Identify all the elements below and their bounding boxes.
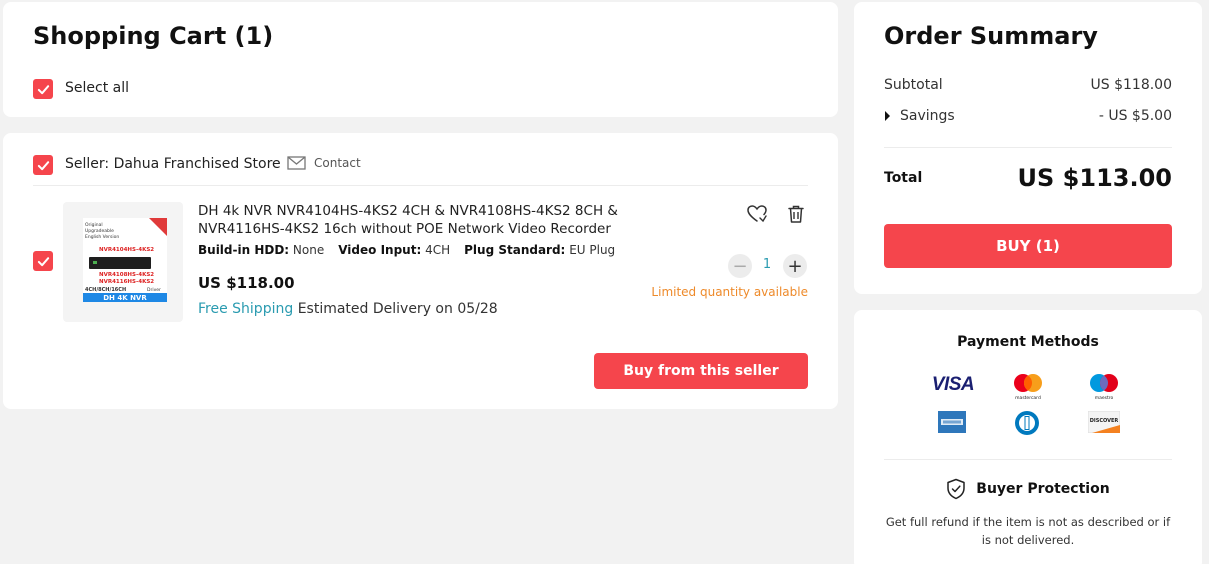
order-summary-card: Order Summary Subtotal US $118.00 Saving… xyxy=(854,2,1202,294)
page-title: Shopping Cart (1) xyxy=(33,22,274,50)
savings-row[interactable]: Savings - US $5.00 xyxy=(884,108,1172,124)
quantity-value[interactable]: 1 xyxy=(758,257,776,272)
payment-methods-title: Payment Methods xyxy=(957,334,1099,350)
quantity-decrease-button[interactable]: − xyxy=(728,254,752,278)
thumb-model1: NVR4104HS-4KS2 xyxy=(99,247,154,253)
svg-text:DISCOVER: DISCOVER xyxy=(1090,418,1119,424)
summary-title: Order Summary xyxy=(884,22,1098,50)
subtotal-row: Subtotal US $118.00 xyxy=(884,77,1172,93)
visa-icon: VISA xyxy=(931,374,975,395)
buyer-protection-text: Get full refund if the item is not as de… xyxy=(885,515,1171,547)
product-specs: Build-in HDD: None Video Input: 4CH Plug… xyxy=(198,243,615,257)
svg-text:maestro: maestro xyxy=(1095,395,1114,401)
product-image: Original Upgradeable English Version NVR… xyxy=(83,218,167,302)
thumb-model2: NVR4108HS-4KS2 xyxy=(99,272,154,278)
thumb-channels: 4CH/8CH/16CH xyxy=(85,287,126,293)
svg-text:mastercard: mastercard xyxy=(1015,395,1041,401)
spec-plug: Plug Standard: EU Plug xyxy=(464,243,616,257)
buy-button[interactable]: BUY (1) xyxy=(884,224,1172,268)
contact-seller-link[interactable]: Contact xyxy=(287,156,361,170)
select-all-label[interactable]: Select all xyxy=(65,80,129,96)
thumb-banner: DH 4K NVR xyxy=(103,294,147,302)
product-title[interactable]: DH 4k NVR NVR4104HS-4KS2 4CH & NVR4108HS… xyxy=(198,202,618,238)
thumb-model3: NVR4116HS-4KS2 xyxy=(99,279,154,285)
subtotal-value: US $118.00 xyxy=(1090,77,1172,93)
shipping-info: Free Shipping Estimated Delivery on 05/2… xyxy=(198,301,498,317)
savings-label: Savings xyxy=(900,108,955,124)
spec-hdd: Build-in HDD: None xyxy=(198,243,325,257)
free-shipping-label: Free Shipping xyxy=(198,301,294,317)
seller-group-card: Seller: Dahua Franchised Store Contact O… xyxy=(3,133,838,409)
buyer-protection-title: Buyer Protection xyxy=(976,481,1110,497)
limited-quantity-note: Limited quantity available xyxy=(651,285,808,299)
savings-value: - US $5.00 xyxy=(1098,108,1172,124)
divider xyxy=(884,147,1172,148)
checkmark-icon xyxy=(37,256,49,266)
envelope-icon xyxy=(287,156,306,170)
product-thumbnail[interactable]: Original Upgradeable English Version NVR… xyxy=(63,202,183,322)
thumb-tag2: Upgradeable xyxy=(85,228,114,234)
spec-video-input: Video Input: 4CH xyxy=(338,243,451,257)
discover-icon: DISCOVER xyxy=(1088,411,1120,433)
item-checkbox[interactable] xyxy=(33,251,53,271)
american-express-icon xyxy=(938,411,966,433)
diners-club-icon xyxy=(1014,410,1040,436)
payment-methods-card: Payment Methods VISA mastercard maestro … xyxy=(854,310,1202,564)
heart-icon xyxy=(747,205,767,223)
seller-name[interactable]: Seller: Dahua Franchised Store xyxy=(65,156,281,172)
wishlist-button[interactable] xyxy=(746,203,768,225)
thumb-tag1: Original xyxy=(85,222,103,228)
select-all-checkbox[interactable] xyxy=(33,79,53,99)
product-price: US $118.00 xyxy=(198,274,295,292)
total-row: Total US $113.00 xyxy=(884,164,1172,192)
divider xyxy=(884,459,1172,460)
checkmark-icon xyxy=(37,84,49,94)
plus-icon: + xyxy=(787,255,803,277)
seller-checkbox[interactable] xyxy=(33,155,53,175)
checkmark-icon xyxy=(37,160,49,170)
thumb-tag3: English Version xyxy=(85,234,119,240)
total-value: US $113.00 xyxy=(1017,164,1172,192)
delivery-estimate: Estimated Delivery on 05/28 xyxy=(297,301,498,317)
minus-icon: − xyxy=(732,255,748,277)
trash-icon xyxy=(788,205,804,223)
delete-item-button[interactable] xyxy=(785,203,807,225)
buyer-protection-heading: Buyer Protection xyxy=(854,478,1202,500)
caret-right-icon xyxy=(885,111,890,121)
total-label: Total xyxy=(884,170,923,186)
subtotal-label: Subtotal xyxy=(884,77,943,93)
quantity-increase-button[interactable]: + xyxy=(783,254,807,278)
shield-check-icon xyxy=(947,478,966,500)
contact-label: Contact xyxy=(314,156,361,170)
buy-from-seller-button[interactable]: Buy from this seller xyxy=(594,353,808,389)
cart-header-card: Shopping Cart (1) Select all xyxy=(3,2,838,117)
thumb-brand: Driver xyxy=(147,287,161,293)
divider xyxy=(33,185,808,186)
maestro-icon: maestro xyxy=(1084,372,1124,402)
mastercard-icon: mastercard xyxy=(1008,372,1048,402)
